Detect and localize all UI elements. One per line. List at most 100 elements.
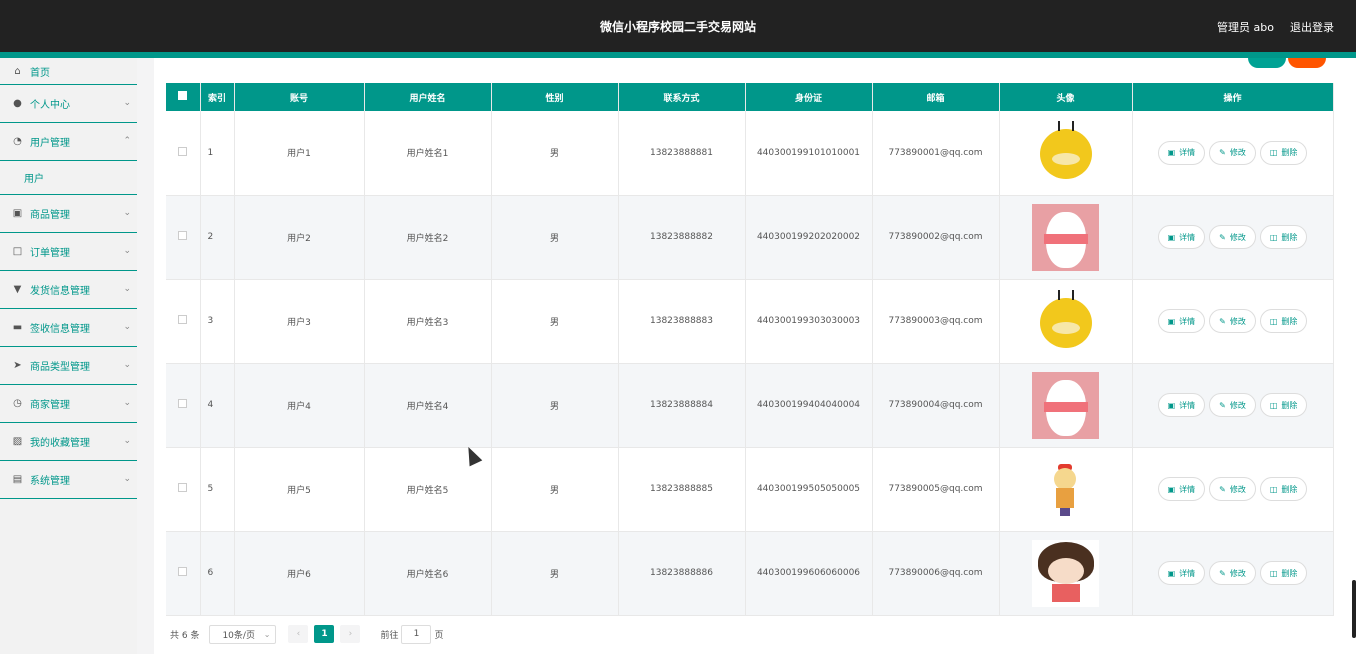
delete-button[interactable]: ◫ 删除 — [1259, 477, 1308, 501]
account-cell: 用户6 — [234, 531, 365, 616]
sidebar-item-profile[interactable]: ● 个人中心 ⌄ — [0, 85, 137, 123]
sidebar-subitem-user[interactable]: 用户 — [0, 161, 137, 195]
delete-button[interactable]: ◫ 删除 — [1259, 225, 1308, 249]
edit-button-label: 修改 — [1229, 232, 1246, 242]
delete-button[interactable]: ◫ 删除 — [1259, 309, 1308, 333]
sidebar-item-label: 用户管理 — [30, 138, 70, 149]
home-icon: ⌂ — [14, 65, 21, 77]
detail-button-label: 详情 — [1179, 400, 1196, 410]
index-cell: 1 — [200, 111, 235, 196]
pencil-icon: ✎ — [1219, 484, 1226, 494]
name-cell: 用户姓名2 — [364, 195, 492, 280]
edit-button[interactable]: ✎ 修改 — [1209, 140, 1256, 165]
top-bar: 微信小程序校园二手交易网站 管理员 abo 退出登录 — [0, 0, 1356, 58]
sidebar-item-goods[interactable]: ▣ 商品管理 ⌄ — [0, 195, 137, 233]
detail-button[interactable]: ▣ 详情 — [1157, 561, 1206, 585]
index-cell: 5 — [200, 447, 235, 532]
sidebar-item-orders[interactable]: □ 订单管理 ⌄ — [0, 233, 137, 271]
edit-button[interactable]: ✎ 修改 — [1209, 477, 1256, 501]
sidebar-item-favorites[interactable]: ▨ 我的收藏管理 ⌄ — [0, 423, 137, 461]
actions-cell: ▣ 详情 ✎ 修改 ◫ 删除 — [1132, 531, 1334, 616]
row-checkbox[interactable] — [178, 315, 188, 324]
avatar-cell — [999, 111, 1133, 196]
select-all-checkbox[interactable] — [178, 91, 188, 100]
name-cell: 用户姓名6 — [364, 531, 492, 616]
current-page-button[interactable]: 1 — [314, 625, 335, 643]
row-checkbox[interactable] — [178, 146, 188, 156]
avatar-cell — [999, 447, 1133, 532]
add-button[interactable] — [1248, 58, 1286, 68]
edit-button[interactable]: ✎ 修改 — [1209, 393, 1256, 417]
index-cell: 6 — [200, 531, 235, 616]
row-checkbox[interactable] — [178, 231, 188, 240]
edit-button[interactable]: ✎ 修改 — [1209, 225, 1256, 249]
document-icon: ▣ — [1167, 232, 1176, 242]
edit-button[interactable]: ✎ 修改 — [1209, 309, 1256, 333]
sidebar-item-home[interactable]: ⌂ 首页 — [0, 58, 137, 85]
sidebar-item-label: 发货信息管理 — [30, 286, 90, 297]
account-cell: 用户5 — [234, 447, 365, 532]
phone-cell: 13823888885 — [618, 447, 746, 532]
detail-button[interactable]: ▣ 详情 — [1157, 309, 1206, 333]
page-scrollbar[interactable] — [1352, 580, 1356, 638]
page-suffix: 页 — [434, 630, 444, 641]
edit-button[interactable]: ✎ 修改 — [1209, 561, 1256, 585]
next-page-button[interactable]: › — [340, 625, 361, 643]
delete-button[interactable]: ◫ 删除 — [1259, 393, 1308, 417]
page-size-select[interactable]: 10条/页 ⌄ — [209, 624, 277, 644]
sidebar-item-label: 商家管理 — [30, 400, 70, 411]
goto-page-input[interactable] — [401, 624, 432, 644]
monitor-icon: ▬ — [12, 322, 23, 333]
avatar — [1032, 203, 1099, 271]
row-checkbox[interactable] — [178, 399, 188, 408]
actions-cell: ▣ 详情 ✎ 修改 ◫ 删除 — [1132, 363, 1334, 448]
column-header: 性别 — [491, 83, 619, 111]
admin-user-label: 管理员 abo — [1217, 21, 1274, 34]
index-cell: 2 — [200, 195, 235, 280]
gender-cell: 男 — [491, 279, 619, 364]
pencil-icon: ✎ — [1219, 148, 1226, 158]
logout-link[interactable]: 退出登录 — [1290, 19, 1334, 35]
picture-icon: □ — [12, 246, 23, 257]
column-header: 头像 — [999, 83, 1133, 111]
row-checkbox[interactable] — [178, 483, 188, 492]
row-checkbox[interactable] — [178, 567, 188, 576]
detail-button[interactable]: ▣ 详情 — [1157, 393, 1206, 417]
pencil-icon: ✎ — [1219, 568, 1226, 578]
sidebar-item-merchant[interactable]: ◷ 商家管理 ⌄ — [0, 385, 137, 423]
main-content: 索引 账号 用户姓名 性别 联系方式 身份证 邮箱 头像 操作 1 用户1 用户姓名… — [154, 58, 1356, 654]
sidebar-item-user-management[interactable]: ◔ 用户管理 ⌃ — [0, 123, 137, 161]
send-icon: ➤ — [13, 360, 22, 371]
detail-button[interactable]: ▣ 详情 — [1157, 225, 1206, 249]
detail-button[interactable]: ▣ 详情 — [1157, 140, 1206, 165]
chevron-down-icon: ⌄ — [123, 473, 131, 484]
pencil-icon: ✎ — [1219, 316, 1226, 326]
row-select-cell — [166, 111, 201, 196]
delete-button[interactable]: ◫ 删除 — [1259, 561, 1308, 585]
delete-button-label: 删除 — [1281, 232, 1298, 242]
box-icon: ▣ — [12, 208, 23, 219]
chevron-down-icon: ⌄ — [123, 245, 131, 256]
trash-icon: ◫ — [1269, 484, 1278, 494]
sidebar-item-receipt[interactable]: ▬ 签收信息管理 ⌄ — [0, 309, 137, 347]
sidebar-item-goods-type[interactable]: ➤ 商品类型管理 ⌄ — [0, 347, 137, 385]
trash-icon: ◫ — [1269, 232, 1278, 242]
sidebar-item-label: 签收信息管理 — [30, 324, 90, 335]
site-title: 微信小程序校园二手交易网站 — [599, 20, 756, 34]
row-select-cell — [166, 531, 201, 616]
phone-cell: 13823888882 — [618, 195, 746, 280]
delete-button[interactable]: ◫ 删除 — [1259, 140, 1308, 165]
edit-button-label: 修改 — [1229, 148, 1246, 158]
batch-delete-button[interactable] — [1288, 58, 1326, 68]
gender-cell: 男 — [491, 531, 619, 616]
sidebar-item-system[interactable]: ▤ 系统管理 ⌄ — [0, 461, 137, 499]
account-cell: 用户3 — [234, 279, 365, 364]
detail-button[interactable]: ▣ 详情 — [1157, 477, 1206, 501]
id-card-cell: 440300199606060006 — [745, 531, 873, 616]
table-row: 6 用户6 用户姓名6 男 13823888886 440300199606060006 7… — [166, 531, 1334, 616]
prev-page-button[interactable]: ‹ — [288, 625, 309, 643]
sidebar-item-shipping[interactable]: ▼ 发货信息管理 ⌄ — [0, 271, 137, 309]
book-icon: ▤ — [12, 474, 23, 485]
table-row: 2 用户2 用户姓名2 男 13823888882 440300199202020002 7… — [166, 195, 1334, 280]
phone-cell: 13823888886 — [618, 531, 746, 616]
